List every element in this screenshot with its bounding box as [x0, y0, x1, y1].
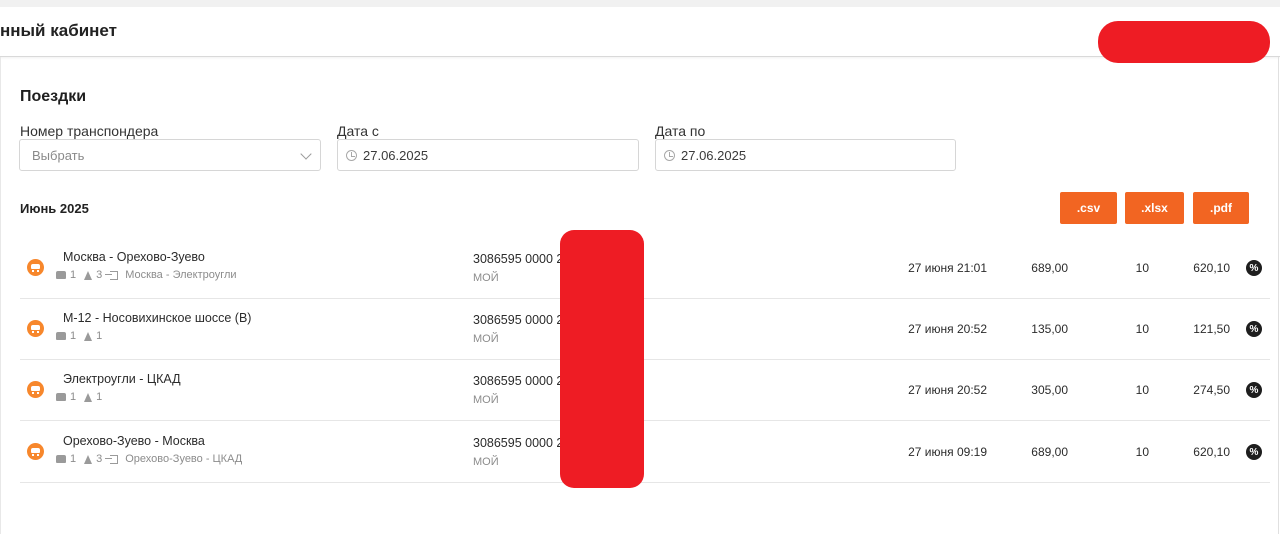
trip-row[interactable]: Орехово-Зуево - Москва 1 3 Орехово-Зуево…: [20, 422, 1270, 483]
transponder-number: 3086595 0000 2: [473, 436, 564, 450]
month-heading: Июнь 2025: [20, 201, 89, 216]
percent-icon[interactable]: %: [1246, 444, 1262, 460]
entry-exit-icon: [105, 454, 119, 464]
chevron-down-icon: [300, 148, 312, 160]
trip-route: Электроугли - ЦКАД: [63, 372, 181, 386]
section-count: 3: [96, 269, 103, 281]
page-title: Поездки: [20, 88, 87, 105]
date-from-label: Дата с: [337, 123, 379, 139]
car-icon: [56, 393, 66, 401]
trip-total: 121,50: [1193, 322, 1230, 336]
transponder-select[interactable]: Выбрать: [19, 139, 321, 171]
toll-road-car-icon: [27, 259, 44, 276]
vehicle-count: 1: [70, 391, 77, 403]
transponder-tag: МОЙ: [473, 394, 499, 406]
right-divider: [1278, 57, 1279, 534]
transponder-label: Номер транспондера: [20, 123, 159, 139]
trip-discount: 10: [1135, 445, 1149, 459]
toll-road-car-icon: [27, 443, 44, 460]
trip-discount: 10: [1135, 261, 1149, 275]
export-csv-button[interactable]: .csv: [1060, 192, 1117, 224]
road-icon: [84, 392, 93, 402]
trip-datetime: 27 июня 21:01: [908, 261, 987, 275]
trip-price: 305,00: [1031, 383, 1068, 397]
trip-price: 135,00: [1031, 322, 1068, 336]
trip-datetime: 27 июня 20:52: [908, 322, 987, 336]
date-to-value: 27.06.2025: [681, 147, 747, 163]
toll-road-car-icon: [27, 381, 44, 398]
vehicle-count: 1: [70, 330, 77, 342]
toll-road-car-icon: [27, 320, 44, 337]
left-divider: [0, 57, 1, 534]
trip-price: 689,00: [1031, 261, 1068, 275]
car-icon: [56, 271, 66, 279]
trip-total: 274,50: [1193, 383, 1230, 397]
percent-icon[interactable]: %: [1246, 382, 1262, 398]
section-count: 1: [96, 330, 103, 342]
section-count: 3: [96, 453, 103, 465]
date-to-label: Дата по: [655, 123, 706, 139]
trip-route: Москва - Орехово-Зуево: [63, 250, 205, 264]
trip-total: 620,10: [1193, 261, 1230, 275]
top-bar: нный кабинет: [0, 0, 1280, 63]
transponder-tag: МОЙ: [473, 333, 499, 345]
trip-meta: 1 3 Москва - Электроугли: [56, 269, 237, 281]
export-pdf-button[interactable]: .pdf: [1193, 192, 1249, 224]
section-count: 1: [96, 391, 103, 403]
transponder-number: 3086595 0000 2: [473, 374, 564, 388]
app-title: нный кабинет: [0, 21, 117, 40]
entry-exit-icon: [105, 270, 119, 280]
transponder-tag: МОЙ: [473, 456, 499, 468]
car-icon: [56, 332, 66, 340]
date-from-value: 27.06.2025: [363, 147, 429, 163]
trip-meta: 1 1: [56, 330, 102, 342]
transponder-tag: МОЙ: [473, 272, 499, 284]
percent-icon[interactable]: %: [1246, 321, 1262, 337]
road-icon: [84, 270, 93, 280]
trip-route: Орехово-Зуево - Москва: [63, 434, 205, 448]
trip-discount: 10: [1135, 383, 1149, 397]
transponder-placeholder: Выбрать: [32, 147, 85, 163]
clock-icon: [346, 149, 357, 161]
vehicle-count: 1: [70, 269, 77, 281]
trip-price: 689,00: [1031, 445, 1068, 459]
trip-discount: 10: [1135, 322, 1149, 336]
trip-row[interactable]: Москва - Орехово-Зуево 1 3 Москва - Элек…: [20, 238, 1270, 299]
road-icon: [84, 331, 93, 341]
vehicle-count: 1: [70, 453, 77, 465]
date-from-input[interactable]: 27.06.2025: [337, 139, 639, 171]
trip-route: М-12 - Носовихинское шоссе (В): [63, 311, 252, 325]
transponder-number: 3086595 0000 2: [473, 313, 564, 327]
trip-row[interactable]: Электроугли - ЦКАД 1 1 3086595 0000 2 МО…: [20, 360, 1270, 421]
car-icon: [56, 455, 66, 463]
transponder-number: 3086595 0000 2: [473, 252, 564, 266]
export-xlsx-button[interactable]: .xlsx: [1125, 192, 1184, 224]
clock-icon: [664, 149, 675, 161]
redacted-user-area: [1098, 21, 1270, 63]
percent-icon[interactable]: %: [1246, 260, 1262, 276]
redacted-transponder-area: [560, 230, 644, 488]
trip-row[interactable]: М-12 - Носовихинское шоссе (В) 1 1 30865…: [20, 299, 1270, 360]
trip-meta: 1 3 Орехово-Зуево - ЦКАД: [56, 453, 242, 465]
road-icon: [84, 454, 93, 464]
trip-subroute: Москва - Электроугли: [125, 269, 237, 281]
trip-total: 620,10: [1193, 445, 1230, 459]
trip-meta: 1 1: [56, 391, 102, 403]
trip-datetime: 27 июня 20:52: [908, 383, 987, 397]
trip-subroute: Орехово-Зуево - ЦКАД: [125, 453, 243, 465]
trip-datetime: 27 июня 09:19: [908, 445, 987, 459]
date-to-input[interactable]: 27.06.2025: [655, 139, 956, 171]
